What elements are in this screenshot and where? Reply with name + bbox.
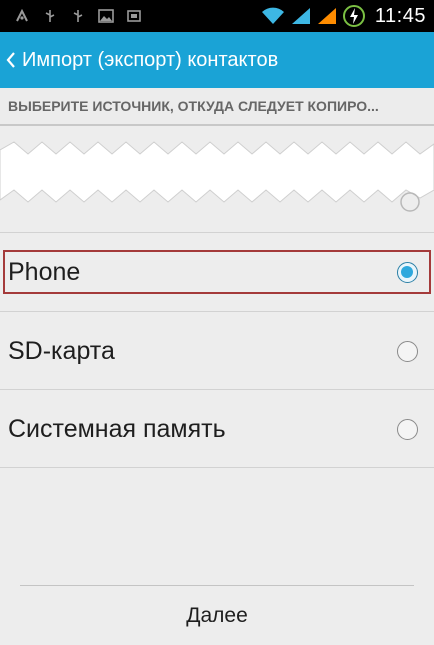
radio-button[interactable] xyxy=(397,418,418,440)
wifi-icon xyxy=(261,7,284,24)
chevron-left-icon[interactable] xyxy=(2,32,20,88)
radio-button[interactable] xyxy=(397,340,418,362)
action-bar[interactable]: Импорт (экспорт) контактов xyxy=(0,32,434,88)
list-divider xyxy=(0,467,434,468)
system-status-icons: 11:45 xyxy=(261,0,426,32)
clock: 11:45 xyxy=(374,4,426,27)
image-notification-icon xyxy=(98,9,114,23)
page-title: Импорт (экспорт) контактов xyxy=(22,48,279,71)
option-sd-card[interactable]: SD-карта xyxy=(0,312,434,390)
option-label: SD-карта xyxy=(8,336,115,365)
android-screen: 11:45 Импорт (экспорт) контактов ВЫБЕРИТ… xyxy=(0,0,434,645)
next-button[interactable]: Далее xyxy=(0,586,434,645)
signal-icon xyxy=(291,8,310,24)
usb-icon xyxy=(45,10,55,22)
battery-charging-icon xyxy=(342,5,365,27)
usb-debug-icon xyxy=(16,9,28,22)
section-title: ВЫБЕРИТЕ ИСТОЧНИК, ОТКУДА СЛЕДУЕТ КОПИРО… xyxy=(8,98,379,114)
option-system-memory[interactable]: Системная память xyxy=(0,390,434,468)
status-bar: 11:45 xyxy=(0,0,434,32)
section-header: ВЫБЕРИТЕ ИСТОЧНИК, ОТКУДА СЛЕДУЕТ КОПИРО… xyxy=(0,88,434,126)
option-label: Системная память xyxy=(8,414,226,443)
sd-card-icon xyxy=(127,10,141,22)
highlight-frame xyxy=(3,250,431,294)
usb-icon xyxy=(73,10,83,22)
torn-edge-overlay xyxy=(0,128,434,220)
notification-icons xyxy=(0,9,142,23)
signal-icon xyxy=(317,8,336,24)
